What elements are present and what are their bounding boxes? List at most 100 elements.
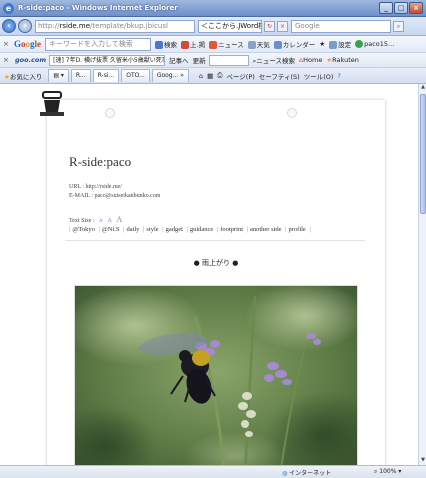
google-search-button[interactable]: 検索	[155, 39, 177, 49]
feeds-icon[interactable]: ▦	[207, 72, 213, 80]
url-host: rside.me	[59, 22, 91, 30]
jword-hint: ＜ここから.JWord検索	[201, 22, 261, 30]
google-search-label: 検索	[164, 41, 178, 49]
close-button[interactable]: ×	[409, 2, 423, 14]
toolbar-item-calendar[interactable]: カレンダー	[273, 39, 315, 49]
toolbar-item-news[interactable]: ニュース	[209, 39, 244, 49]
back-button[interactable]: ‹	[2, 19, 16, 33]
prev-entry-icon[interactable]: ●	[194, 259, 200, 267]
toolbar-item-1[interactable]: 上.掲	[181, 39, 205, 49]
live-search-input[interactable]: Google	[291, 19, 391, 33]
zoom-control[interactable]: ⌕ 100% ▾	[374, 468, 401, 476]
article-link[interactable]: 記事へ	[169, 55, 189, 65]
entry-photo[interactable]	[74, 285, 358, 465]
toolbar-item-settings[interactable]: 設定	[329, 39, 351, 49]
home-link[interactable]: ⌂Home	[299, 56, 322, 64]
nav-item[interactable]: style	[146, 226, 158, 233]
bee-on-lavender-image	[75, 286, 357, 465]
site-url[interactable]: URL : http://rside.me/	[69, 184, 122, 190]
nav-item[interactable]: @Tokyo	[72, 226, 95, 233]
google-search-input[interactable]: キーワードを入力して検索	[45, 37, 152, 51]
news-toolbar: × goo.com [速] 7年D. 横げ抜票 久留米小5歳獣い死事 記事へ 更…	[0, 53, 426, 68]
stop-icon[interactable]: ×	[277, 20, 288, 32]
tab-3[interactable]: OTO...	[121, 69, 150, 82]
tab-2[interactable]: R-si...	[92, 69, 120, 82]
rakuten-link[interactable]: ★Rakuten	[326, 56, 359, 64]
text-size-large[interactable]: A	[116, 215, 122, 224]
refresh-icon[interactable]: ↻	[264, 20, 275, 32]
goo-logo: goo.com	[15, 56, 47, 64]
nav-item[interactable]: guidance	[190, 226, 213, 233]
text-size-label: Text Size :	[69, 218, 95, 224]
punch-hole-right	[287, 108, 297, 118]
vertical-scrollbar[interactable]: ▲ ▼	[418, 84, 426, 465]
status-bar: ◍ インターネット ⌕ 100% ▾	[0, 465, 426, 478]
toolbar3-close-icon[interactable]: ×	[3, 56, 11, 64]
toolbar-close-icon[interactable]: ×	[3, 40, 11, 48]
text-size-control: Text Size : A A A	[69, 215, 122, 224]
url-prefix: http://	[38, 22, 60, 30]
nav-item[interactable]: profile	[288, 226, 305, 233]
forward-button[interactable]: ›	[18, 19, 32, 33]
text-size-medium[interactable]: A	[107, 217, 112, 224]
tab-bar: ★お気に入り ▤ ▾ R... R-si... OTO... Goog... »…	[0, 68, 426, 84]
scroll-up-icon[interactable]: ▲	[419, 84, 426, 92]
nav-item[interactable]: daily	[126, 226, 139, 233]
address-bar: ‹ › http:// rside.me /template/bkup.jbic…	[0, 17, 426, 36]
news-ticker[interactable]: [速] 7年D. 横げ抜票 久留米小5歳獣い死事	[49, 54, 166, 66]
entry-title[interactable]: 雨上がり	[202, 259, 230, 267]
next-entry-icon[interactable]: ●	[232, 259, 238, 267]
nav-item[interactable]: footprint	[220, 226, 243, 233]
divider	[65, 240, 365, 241]
site-title[interactable]: R-side:paco	[69, 154, 131, 170]
tools-menu[interactable]: ツール(O)	[304, 71, 334, 81]
toolbar-item-weather[interactable]: 天気	[247, 39, 270, 49]
text-size-small[interactable]: A	[99, 219, 103, 224]
gear-icon	[329, 41, 338, 49]
google-toolbar: × Google キーワードを入力して検索 検索 上.掲 ニュース 天気 カレン…	[0, 36, 426, 53]
favorites-button[interactable]: ★お気に入り	[4, 71, 42, 81]
home-icon[interactable]: ⌂	[199, 72, 203, 80]
entry-pager: ● 雨上がり ●	[47, 258, 385, 268]
weather-icon	[247, 41, 256, 49]
bookmark-icon	[181, 41, 190, 49]
nav-item[interactable]: gadget	[166, 226, 183, 233]
page-viewport: R-side:paco URL : http://rside.me/ E-MAI…	[0, 84, 418, 465]
site-email[interactable]: E-MAIL : paco@suiseikanbunko.com	[69, 193, 160, 199]
jword-search-input[interactable]: ＜ここから.JWord検索	[198, 19, 262, 33]
url-input[interactable]: http:// rside.me /template/bkup.jbicusl	[35, 19, 195, 33]
page-menu[interactable]: ページ(P)	[226, 71, 254, 81]
ie-logo-icon: e	[3, 2, 14, 14]
google-logo: Google	[14, 39, 42, 49]
url-path: /template/bkup.jbicusl	[90, 22, 168, 30]
news-search-button[interactable]: ⌕ニュース検索	[253, 55, 295, 66]
scroll-down-icon[interactable]: ▼	[419, 457, 426, 465]
window-title: R-side:paco - Windows Internet Explorer	[18, 4, 178, 12]
print-icon[interactable]: ⎙	[217, 71, 222, 80]
tab-list-button[interactable]: ▤ ▾	[48, 69, 69, 82]
category-nav: | @Tokyo | @Nt.S | daily | style | gadget | gu…	[69, 226, 311, 233]
zoom-icon: ⌕	[374, 468, 378, 475]
title-bar: e R-side:paco - Windows Internet Explore…	[0, 0, 426, 17]
minimize-button[interactable]: _	[379, 2, 393, 14]
punch-hole-left	[105, 108, 115, 118]
toolbar-item-star[interactable]: ★	[319, 40, 325, 48]
nav-item[interactable]: another side	[250, 226, 282, 233]
news-search-input[interactable]	[208, 54, 249, 66]
toolbar-item-account[interactable]: paco15...	[355, 40, 394, 48]
page-card: R-side:paco URL : http://rside.me/ E-MAI…	[47, 100, 385, 465]
search-icon	[155, 41, 164, 49]
nav-item[interactable]: @Nt.S	[102, 226, 120, 233]
search-icon[interactable]: ⌕	[393, 20, 404, 32]
scroll-thumb[interactable]	[420, 94, 426, 214]
help-icon[interactable]: ?	[337, 72, 340, 80]
tab-1[interactable]: R...	[70, 69, 91, 82]
news-icon	[209, 41, 218, 49]
safety-menu[interactable]: セーフティ(S)	[259, 71, 300, 81]
security-zone[interactable]: ◍ インターネット	[282, 468, 331, 477]
tab-4[interactable]: Goog... »	[151, 69, 189, 82]
calendar-icon	[273, 41, 282, 49]
update-link[interactable]: 更新	[193, 55, 206, 65]
globe-icon: ◍	[282, 470, 288, 477]
maximize-button[interactable]: □	[394, 2, 408, 14]
